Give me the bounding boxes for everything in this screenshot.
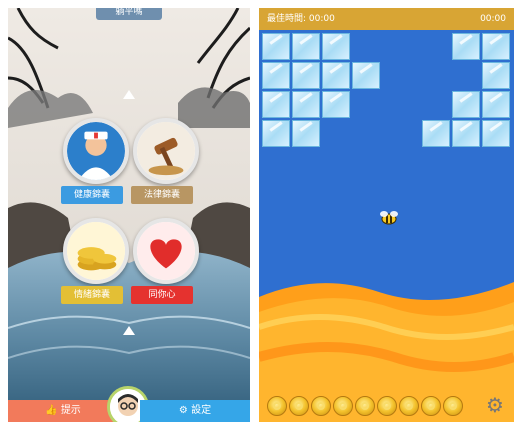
emotion-icon-button[interactable]: [63, 218, 129, 284]
settings-label: 設定: [191, 405, 212, 416]
doctor-icon: [67, 122, 125, 180]
ice-block[interactable]: [292, 62, 320, 89]
coin-icon: [333, 396, 353, 416]
ice-block[interactable]: [482, 62, 510, 89]
best-time-label: 最佳時間: 00:00: [267, 14, 335, 24]
ice-block[interactable]: [322, 33, 350, 60]
coin-icon: [267, 396, 287, 416]
ice-block[interactable]: [452, 91, 480, 118]
health-icon-button[interactable]: [63, 118, 129, 184]
settings-button[interactable]: ⚙ 設定: [140, 400, 250, 422]
thumbs-up-icon: 👍: [45, 405, 58, 416]
coin-icon: [311, 396, 331, 416]
law-tips-button[interactable]: 法律錦囊: [131, 186, 193, 204]
ice-block[interactable]: [482, 120, 510, 147]
bottom-bar: 👍 提示 ⚙ 設定: [8, 386, 250, 422]
coin-icon: [377, 396, 397, 416]
bee-icon[interactable]: [377, 210, 401, 226]
ice-block[interactable]: [292, 33, 320, 60]
ice-block[interactable]: [292, 91, 320, 118]
coin-icon: [421, 396, 441, 416]
heart-icon-button[interactable]: [133, 218, 199, 284]
ice-block[interactable]: [482, 33, 510, 60]
hint-label: 提示: [60, 405, 81, 416]
top-badge[interactable]: 躺平嗎: [96, 8, 162, 20]
ink-landscape-background: [8, 8, 250, 422]
ice-block[interactable]: [322, 62, 350, 89]
health-tips-button[interactable]: 健康錦囊: [61, 186, 123, 204]
ice-block[interactable]: [452, 120, 480, 147]
ice-block[interactable]: [452, 33, 480, 60]
coins-icon: [67, 222, 125, 280]
settings-gear-icon[interactable]: ⚙: [484, 394, 506, 416]
left-app-screen: 躺平嗎 健康錦囊 法律錦囊 情緒錦囊 同你心 👍 提示 ⚙ 設定: [8, 8, 250, 422]
emotion-tips-button[interactable]: 情緒錦囊: [61, 286, 123, 304]
gear-icon: ⚙: [178, 405, 188, 416]
up-arrow-icon[interactable]: [123, 90, 135, 99]
gavel-icon: [137, 122, 195, 180]
ice-block[interactable]: [262, 33, 290, 60]
ice-block[interactable]: [322, 91, 350, 118]
ice-block[interactable]: [262, 120, 290, 147]
ice-block[interactable]: [422, 120, 450, 147]
coin-icon: [399, 396, 419, 416]
law-icon-button[interactable]: [133, 118, 199, 184]
same-heart-button[interactable]: 同你心: [131, 286, 193, 304]
ice-block[interactable]: [352, 62, 380, 89]
coin-icon: [355, 396, 375, 416]
up-arrow-icon-lower[interactable]: [123, 326, 135, 335]
heart-icon: [137, 222, 195, 280]
right-game-screen: 最佳時間: 00:00 00:00 ⚙: [259, 8, 514, 422]
top-bar: 最佳時間: 00:00 00:00: [259, 8, 514, 30]
timer-display: 00:00: [480, 14, 506, 24]
ice-block[interactable]: [262, 62, 290, 89]
ice-block[interactable]: [262, 91, 290, 118]
coin-icon: [289, 396, 309, 416]
ice-block[interactable]: [292, 120, 320, 147]
ice-block[interactable]: [482, 91, 510, 118]
hint-button[interactable]: 👍 提示: [8, 400, 118, 422]
coin-icon: [443, 396, 463, 416]
